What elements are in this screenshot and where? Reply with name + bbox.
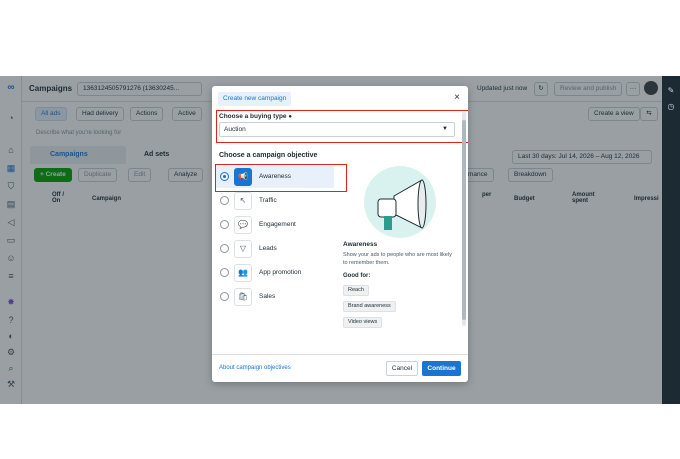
radio-leads[interactable] bbox=[220, 244, 229, 253]
objective-description: Show your ads to people who are most lik… bbox=[343, 252, 452, 266]
buying-type-select[interactable]: Auction ▼ bbox=[219, 122, 455, 137]
people-icon: 👥 bbox=[234, 264, 252, 282]
option-label-engagement: Engagement bbox=[259, 221, 296, 228]
shopping-bag-icon: 🛍 bbox=[234, 288, 252, 306]
about-objectives-link[interactable]: About campaign objectives bbox=[219, 365, 291, 371]
buying-type-label: Choose a buying type ● bbox=[219, 113, 292, 120]
objective-highlight bbox=[215, 164, 347, 192]
continue-button[interactable]: Continue bbox=[422, 361, 461, 376]
good-for-brand-awareness: Brand awareness bbox=[343, 301, 396, 312]
radio-app-promotion[interactable] bbox=[220, 268, 229, 277]
dialog-footer: About campaign objectives Cancel Continu… bbox=[212, 354, 468, 382]
dialog-scrollbar[interactable] bbox=[462, 112, 466, 326]
option-label-sales: Sales bbox=[259, 293, 276, 300]
objective-heading: Choose a campaign objective bbox=[219, 152, 318, 159]
megaphone-illustration-icon bbox=[377, 179, 427, 230]
create-campaign-dialog: Create new campaign × Choose a buying ty… bbox=[212, 86, 468, 382]
option-label-traffic: Traffic bbox=[259, 197, 277, 204]
history-icon[interactable]: ◷ bbox=[666, 102, 676, 112]
objective-option-app-promotion[interactable]: 👥 App promotion bbox=[215, 262, 334, 284]
radio-engagement[interactable] bbox=[220, 220, 229, 229]
dialog-title: Create new campaign bbox=[218, 92, 292, 106]
funnel-icon: ▽ bbox=[234, 240, 252, 258]
right-toolbar: ✎ ◷ bbox=[662, 76, 680, 404]
awareness-illustration bbox=[364, 166, 436, 238]
cancel-button[interactable]: Cancel bbox=[386, 361, 418, 376]
good-for-video-views: Video views bbox=[343, 317, 383, 328]
good-for-reach: Reach bbox=[343, 285, 369, 296]
option-label-leads: Leads bbox=[259, 245, 277, 252]
caret-down-icon: ▼ bbox=[442, 126, 448, 132]
radio-traffic[interactable] bbox=[220, 196, 229, 205]
option-label-app-promotion: App promotion bbox=[259, 269, 302, 276]
buying-type-value: Auction bbox=[224, 126, 246, 133]
good-for-label: Good for: bbox=[343, 273, 371, 279]
pencil-icon[interactable]: ✎ bbox=[666, 86, 676, 96]
cursor-icon: ↖ bbox=[234, 192, 252, 210]
objective-option-traffic[interactable]: ↖ Traffic bbox=[215, 190, 334, 212]
buying-type-label-text: Choose a buying type bbox=[219, 113, 287, 120]
chat-icon: 💬 bbox=[234, 216, 252, 234]
objective-option-engagement[interactable]: 💬 Engagement bbox=[215, 214, 334, 236]
objective-option-sales[interactable]: 🛍 Sales bbox=[215, 286, 334, 308]
objective-description-title: Awareness bbox=[343, 241, 378, 248]
close-icon[interactable]: × bbox=[454, 92, 460, 104]
objective-option-leads[interactable]: ▽ Leads bbox=[215, 238, 334, 260]
radio-sales[interactable] bbox=[220, 292, 229, 301]
info-icon[interactable]: ● bbox=[288, 114, 292, 120]
